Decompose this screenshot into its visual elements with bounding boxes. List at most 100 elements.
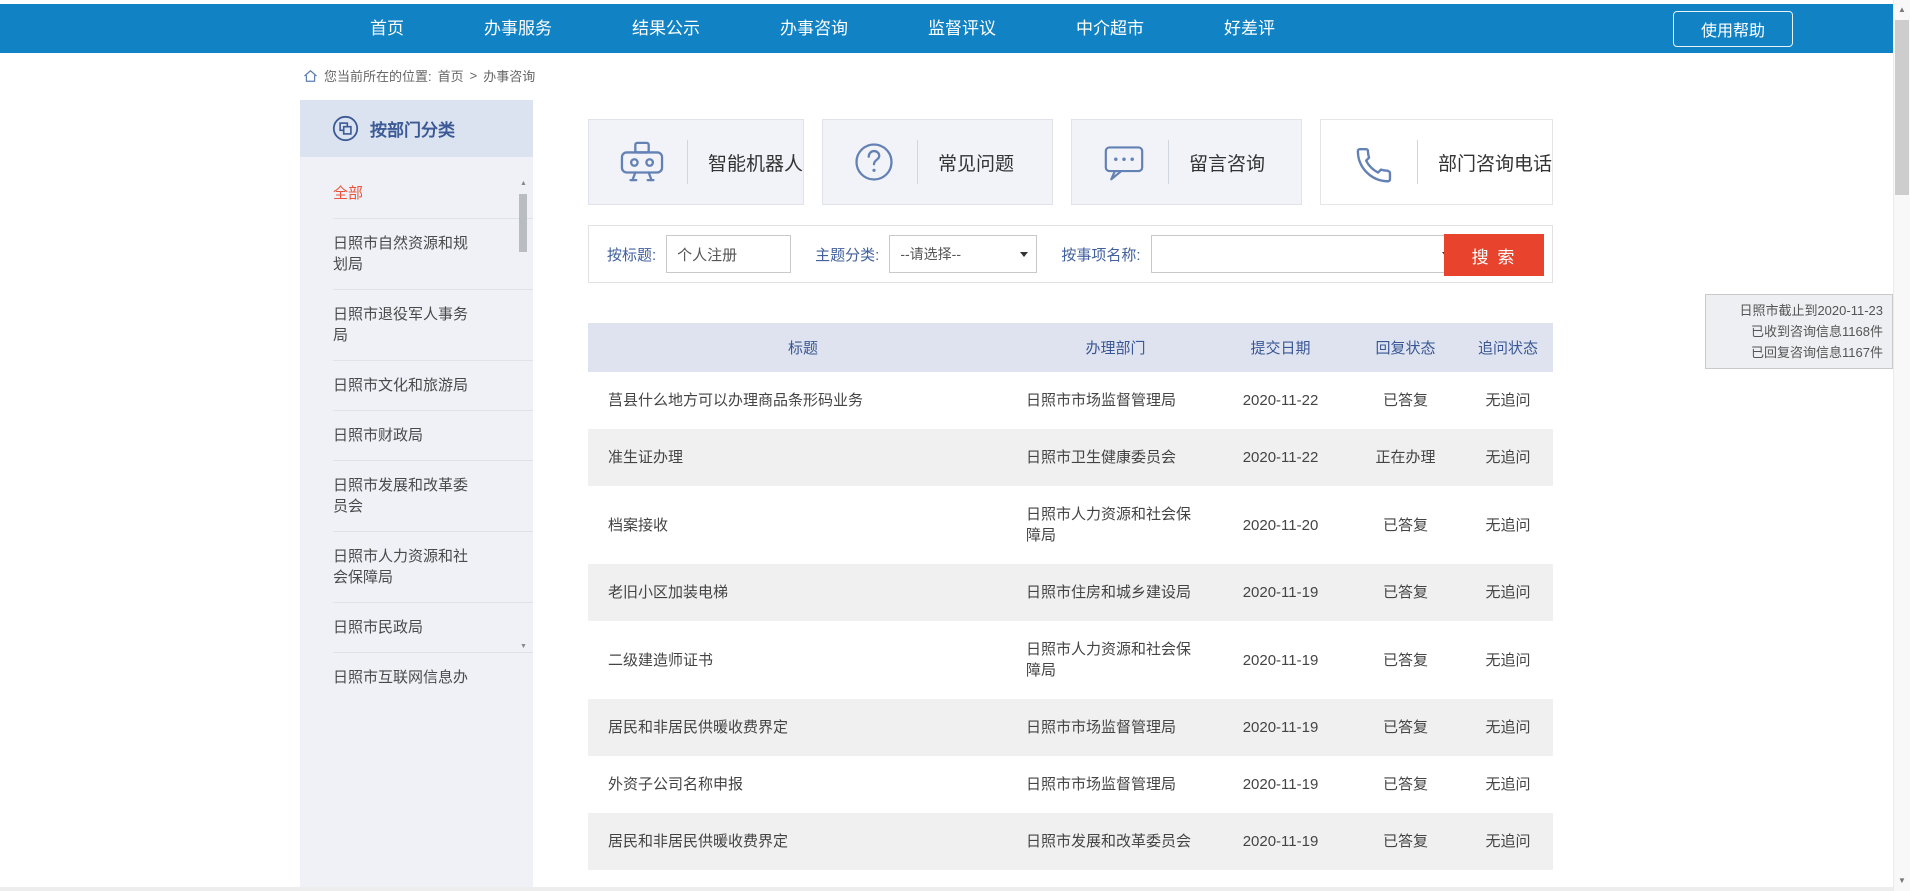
cell-reply-status: 正在办理 xyxy=(1348,429,1463,486)
sidebar-item[interactable]: 日照市文化和旅游局 xyxy=(333,361,533,411)
item-select[interactable] xyxy=(1151,235,1459,273)
title-filter-input[interactable] xyxy=(666,235,791,273)
cell-department: 日照市市场监督管理局 xyxy=(1018,699,1213,756)
item-filter-label: 按事项名称: xyxy=(1061,244,1140,265)
cell-reply-status: 已答复 xyxy=(1348,486,1463,564)
cell-date: 2020-11-19 xyxy=(1213,564,1348,621)
cell-follow-status: 无追问 xyxy=(1463,372,1553,429)
column-header: 标题 xyxy=(588,323,1018,372)
card-divider xyxy=(1168,140,1169,184)
cell-title[interactable]: 莒县什么地方可以办理商品条形码业务 xyxy=(588,372,1018,429)
stats-box: 日照市截止到2020-11-23 已收到咨询信息1168件 已回复咨询信息116… xyxy=(1705,294,1893,369)
quick-link-label: 智能机器人 xyxy=(708,149,803,176)
sidebar-item[interactable]: 全部 xyxy=(333,169,533,219)
sidebar-scrollbar[interactable]: ▲ ▼ xyxy=(518,178,529,652)
question-icon xyxy=(853,141,895,183)
search-bar: 按标题: 主题分类: --请选择-- 按事项名称: 搜 索 xyxy=(588,225,1553,283)
table-row[interactable]: 二级建造师证书 日照市人力资源和社会保障局 2020-11-19 已答复 无追问 xyxy=(588,621,1553,699)
sidebar-scrollbar-thumb[interactable] xyxy=(519,194,527,252)
table-row[interactable]: 外资子公司名称申报 日照市市场监督管理局 2020-11-19 已答复 无追问 xyxy=(588,756,1553,813)
table-row[interactable]: 档案接收 日照市人力资源和社会保障局 2020-11-20 已答复 无追问 xyxy=(588,486,1553,564)
cell-title[interactable]: 二级建造师证书 xyxy=(588,621,1018,699)
breadcrumb-separator: > xyxy=(470,68,478,83)
cell-department: 日照市卫生健康委员会 xyxy=(1018,429,1213,486)
cell-department: 日照市市场监督管理局 xyxy=(1018,372,1213,429)
main-content: 智能机器人 常见问题 留言咨询 部门咨询电话 按标题: 主题分类: --请选择-… xyxy=(588,119,1553,870)
cell-title[interactable]: 档案接收 xyxy=(588,486,1018,564)
nav-item[interactable]: 好差评 xyxy=(1184,4,1315,53)
sidebar-item[interactable]: 日照市互联网信息办 xyxy=(333,653,533,702)
cell-department: 日照市人力资源和社会保障局 xyxy=(1018,486,1213,564)
sidebar-item[interactable]: 日照市人力资源和社会保障局 xyxy=(333,532,533,603)
quick-link-label: 留言咨询 xyxy=(1189,149,1265,176)
quick-link-label: 常见问题 xyxy=(938,149,1014,176)
cell-reply-status: 已答复 xyxy=(1348,564,1463,621)
quick-link-card[interactable]: 常见问题 xyxy=(822,119,1053,205)
help-button[interactable]: 使用帮助 xyxy=(1673,11,1793,47)
nav-item[interactable]: 首页 xyxy=(330,4,444,53)
cell-follow-status: 无追问 xyxy=(1463,429,1553,486)
quick-links-row: 智能机器人 常见问题 留言咨询 部门咨询电话 xyxy=(588,119,1553,205)
nav-item[interactable]: 办事服务 xyxy=(444,4,592,53)
sidebar-item[interactable]: 日照市财政局 xyxy=(333,411,533,461)
breadcrumb-current: 办事咨询 xyxy=(483,66,535,85)
sidebar-item[interactable]: 日照市自然资源和规划局 xyxy=(333,219,533,290)
nav-item[interactable]: 结果公示 xyxy=(592,4,740,53)
quick-link-card[interactable]: 部门咨询电话 xyxy=(1320,119,1553,205)
cell-follow-status: 无追问 xyxy=(1463,486,1553,564)
scroll-down-icon[interactable]: ▼ xyxy=(1894,873,1910,889)
cell-department: 日照市发展和改革委员会 xyxy=(1018,813,1213,870)
table-row[interactable]: 莒县什么地方可以办理商品条形码业务 日照市市场监督管理局 2020-11-22 … xyxy=(588,372,1553,429)
page-scrollbar-thumb[interactable] xyxy=(1895,20,1909,195)
page-scrollbar[interactable]: ▲ ▼ xyxy=(1893,0,1910,891)
cell-reply-status: 已答复 xyxy=(1348,621,1463,699)
cell-follow-status: 无追问 xyxy=(1463,564,1553,621)
nav-menu: 首页 办事服务 结果公示 办事咨询 监督评议 中介超市 好差评 xyxy=(330,4,1315,53)
table-row[interactable]: 居民和非居民供暖收费界定 日照市发展和改革委员会 2020-11-19 已答复 … xyxy=(588,813,1553,870)
cell-date: 2020-11-19 xyxy=(1213,621,1348,699)
sidebar-title: 按部门分类 xyxy=(370,116,455,141)
nav-item[interactable]: 中介超市 xyxy=(1036,4,1184,53)
cell-title[interactable]: 居民和非居民供暖收费界定 xyxy=(588,813,1018,870)
cell-date: 2020-11-19 xyxy=(1213,699,1348,756)
breadcrumb-home-link[interactable]: 首页 xyxy=(438,66,464,85)
search-button[interactable]: 搜 索 xyxy=(1444,234,1544,276)
sidebar-item[interactable]: 日照市民政局 xyxy=(333,603,533,653)
cell-reply-status: 已答复 xyxy=(1348,372,1463,429)
stats-line-2: 已收到咨询信息1168件 xyxy=(1715,321,1883,342)
nav-item[interactable]: 办事咨询 xyxy=(740,4,888,53)
phone-icon xyxy=(1351,140,1395,184)
category-icon xyxy=(332,115,359,142)
table-row[interactable]: 准生证办理 日照市卫生健康委员会 2020-11-22 正在办理 无追问 xyxy=(588,429,1553,486)
cell-title[interactable]: 外资子公司名称申报 xyxy=(588,756,1018,813)
horizontal-scrollbar[interactable] xyxy=(0,887,1893,891)
quick-link-card[interactable]: 留言咨询 xyxy=(1071,119,1302,205)
department-sidebar: 按部门分类 全部 日照市自然资源和规划局 日照市退役军人事务局 日照市文化和旅游… xyxy=(300,100,533,891)
table-row[interactable]: 老旧小区加装电梯 日照市住房和城乡建设局 2020-11-19 已答复 无追问 xyxy=(588,564,1553,621)
cell-title[interactable]: 老旧小区加装电梯 xyxy=(588,564,1018,621)
message-icon xyxy=(1102,142,1146,182)
card-divider xyxy=(687,140,688,184)
cell-title[interactable]: 居民和非居民供暖收费界定 xyxy=(588,699,1018,756)
scroll-down-icon[interactable]: ▼ xyxy=(518,641,529,652)
sidebar-list: 全部 日照市自然资源和规划局 日照市退役军人事务局 日照市文化和旅游局 日照市财… xyxy=(300,169,533,702)
quick-link-label: 部门咨询电话 xyxy=(1438,149,1552,176)
cell-follow-status: 无追问 xyxy=(1463,756,1553,813)
nav-item[interactable]: 监督评议 xyxy=(888,4,1036,53)
title-filter-label: 按标题: xyxy=(607,244,656,265)
cell-reply-status: 已答复 xyxy=(1348,699,1463,756)
scroll-up-icon[interactable]: ▲ xyxy=(518,178,529,189)
home-icon xyxy=(303,69,318,83)
top-nav: 首页 办事服务 结果公示 办事咨询 监督评议 中介超市 好差评 使用帮助 xyxy=(0,4,1893,53)
scroll-up-icon[interactable]: ▲ xyxy=(1894,2,1910,18)
sidebar-item[interactable]: 日照市退役军人事务局 xyxy=(333,290,533,361)
quick-link-card[interactable]: 智能机器人 xyxy=(588,119,804,205)
cell-date: 2020-11-22 xyxy=(1213,372,1348,429)
column-header: 办理部门 xyxy=(1018,323,1213,372)
category-select[interactable]: --请选择-- xyxy=(889,235,1037,273)
table-row[interactable]: 居民和非居民供暖收费界定 日照市市场监督管理局 2020-11-19 已答复 无… xyxy=(588,699,1553,756)
cell-date: 2020-11-19 xyxy=(1213,756,1348,813)
cell-title[interactable]: 准生证办理 xyxy=(588,429,1018,486)
table-header-row: 标题办理部门提交日期回复状态追问状态 xyxy=(588,323,1553,372)
sidebar-item[interactable]: 日照市发展和改革委员会 xyxy=(333,461,533,532)
